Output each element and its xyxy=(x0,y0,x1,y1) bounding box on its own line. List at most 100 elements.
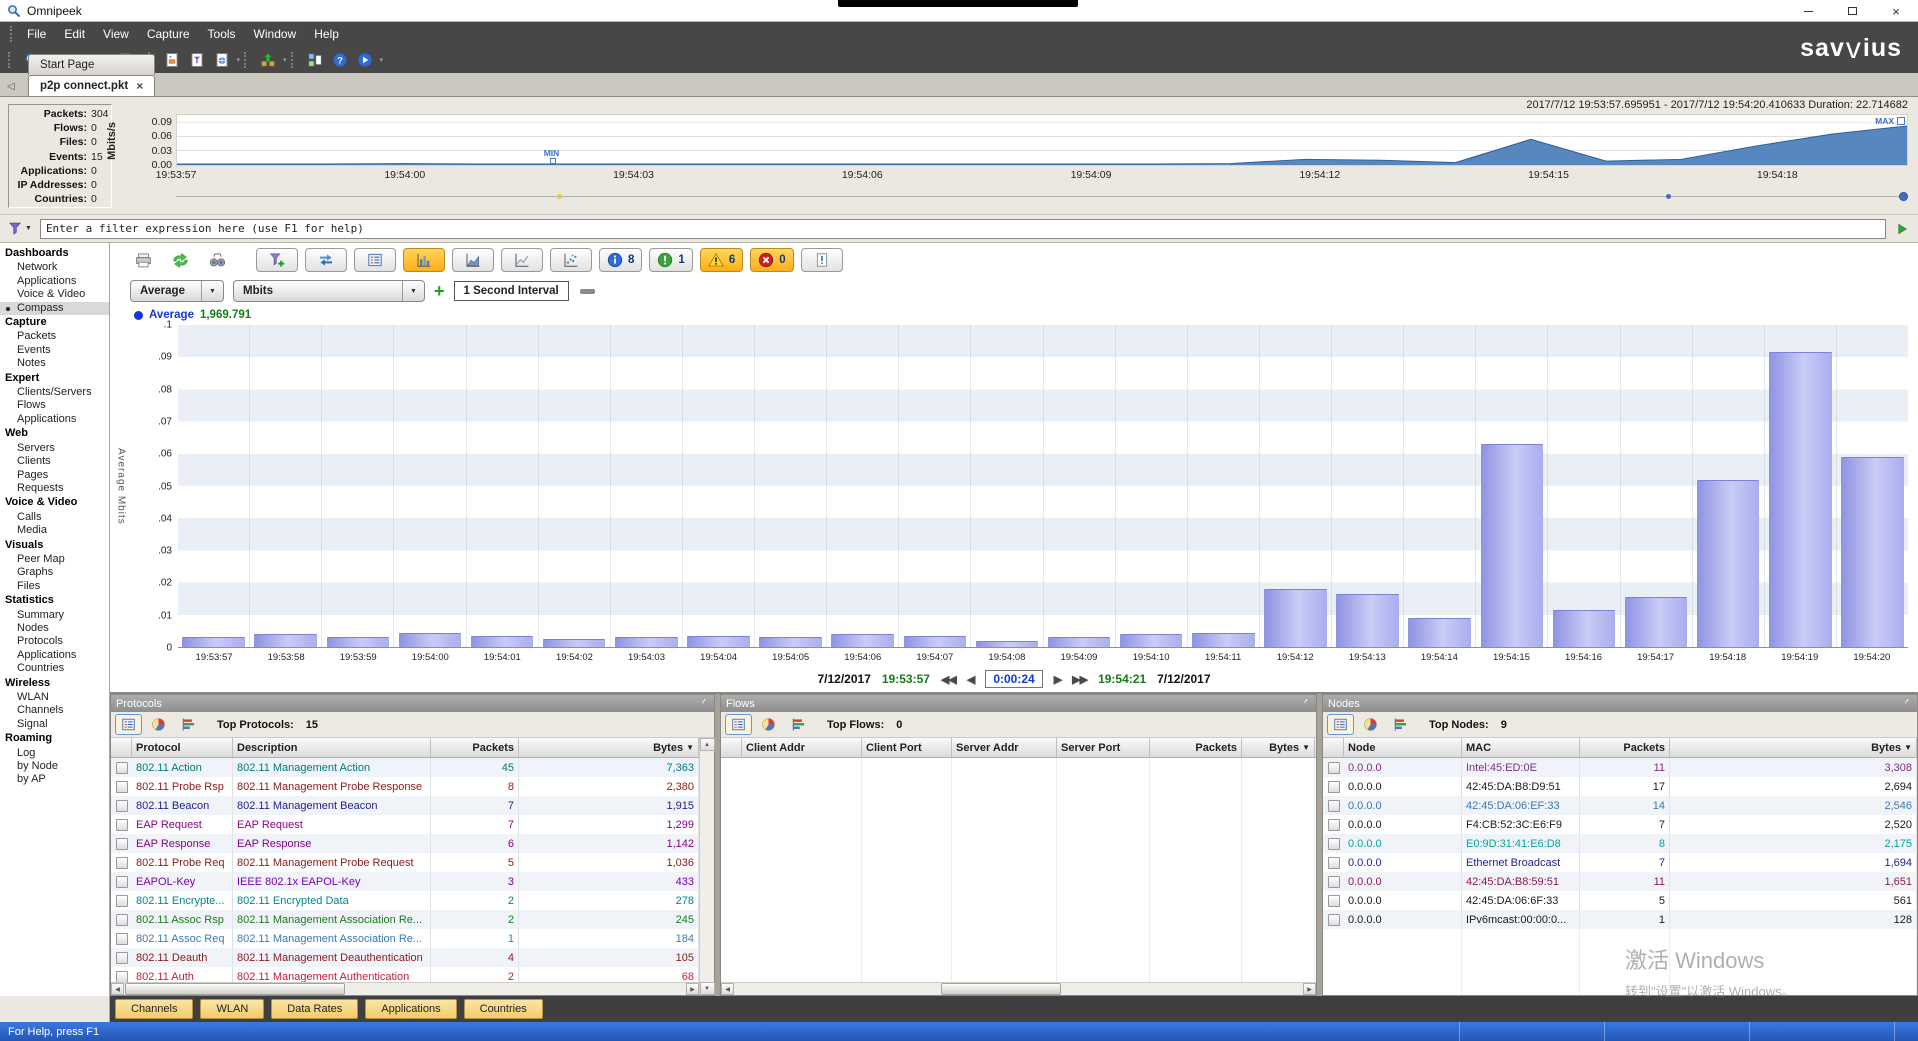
pie-chart-button[interactable] xyxy=(145,714,172,735)
doc-image-button[interactable] xyxy=(160,49,184,71)
chart-bar[interactable] xyxy=(1841,457,1904,647)
chart-bar[interactable] xyxy=(759,637,822,647)
sidebar-item-flows[interactable]: Flows xyxy=(0,399,109,412)
sidebar-item-summary[interactable]: Summary xyxy=(0,609,109,622)
menu-item-window[interactable]: Window xyxy=(245,22,306,46)
row-checkbox[interactable] xyxy=(111,910,132,929)
scroll-left-icon[interactable]: ◀ xyxy=(721,983,734,995)
step-backward-icon[interactable]: ◀ xyxy=(967,673,974,686)
refresh-button[interactable] xyxy=(165,247,195,273)
remove-interval-handle[interactable] xyxy=(580,289,595,294)
sidebar-item-media[interactable]: Media xyxy=(0,524,109,537)
sidebar-item-requests[interactable]: Requests xyxy=(0,482,109,495)
statistic-select[interactable]: Average ▼ xyxy=(130,280,224,302)
interval-box[interactable]: 1 Second Interval xyxy=(454,281,569,301)
row-checkbox[interactable] xyxy=(1323,777,1344,796)
sidebar-item-wlan[interactable]: WLAN xyxy=(0,691,109,704)
sidebar-item-countries[interactable]: Countries xyxy=(0,662,109,675)
chart-bar[interactable] xyxy=(1192,633,1255,647)
funnel-plus-button[interactable] xyxy=(256,248,298,272)
fast-backward-icon[interactable]: ◀◀ xyxy=(941,673,956,686)
time-window-box[interactable]: 0:00:24 xyxy=(985,670,1042,688)
chart-bar[interactable] xyxy=(687,636,750,647)
close-button[interactable]: × xyxy=(1874,0,1918,22)
table-row[interactable]: 0.0.0.042:45:DA:06:EF:33142,546 xyxy=(1323,796,1917,815)
error-circle-button[interactable]: 0 xyxy=(750,248,793,272)
sidebar-item-applications[interactable]: Applications xyxy=(0,413,109,426)
row-checkbox[interactable] xyxy=(111,777,132,796)
table-row[interactable]: 802.11 Deauth802.11 Management Deauthent… xyxy=(111,948,699,967)
column-header-packets[interactable]: Packets xyxy=(431,738,519,757)
pie-chart-button[interactable] xyxy=(1357,714,1384,735)
menu-item-help[interactable]: Help xyxy=(305,22,348,46)
minimize-button[interactable] xyxy=(1786,0,1830,22)
chart-bar[interactable] xyxy=(1625,597,1688,647)
sidebar-item-log[interactable]: Log xyxy=(0,747,109,760)
row-checkbox[interactable] xyxy=(1323,872,1344,891)
notice-circle-button[interactable]: 1 xyxy=(649,248,692,272)
scroll-up-icon[interactable]: ▲ xyxy=(700,738,715,751)
sidebar-item-compass[interactable]: Compass xyxy=(0,302,109,315)
chart-bar[interactable] xyxy=(1336,594,1399,647)
sidebar-item-files[interactable]: Files xyxy=(0,580,109,593)
sidebar-item-servers[interactable]: Servers xyxy=(0,442,109,455)
binoculars-button[interactable] xyxy=(202,247,232,273)
tab-start-page[interactable]: Start Page xyxy=(28,54,155,75)
exclaim-page-button[interactable] xyxy=(801,248,843,272)
table-row[interactable]: 0.0.0.0IPv6mcast:00:00:0...1128 xyxy=(1323,910,1917,929)
pin-icon[interactable] xyxy=(1298,696,1311,712)
column-header-packets[interactable]: Packets xyxy=(1150,738,1242,757)
table-row[interactable]: 0.0.0.042:45:DA:B8:59:51111,651 xyxy=(1323,872,1917,891)
table-row[interactable]: 0.0.0.0Intel:45:ED:0E113,308 xyxy=(1323,758,1917,777)
column-header-server-addr[interactable]: Server Addr xyxy=(952,738,1057,757)
sidebar-item-by-node[interactable]: by Node xyxy=(0,760,109,773)
hbar-chart-button[interactable] xyxy=(175,714,202,735)
details-list-button[interactable] xyxy=(354,248,396,272)
shortcut-button-applications[interactable]: Applications xyxy=(365,999,456,1019)
chart-area-button[interactable] xyxy=(452,248,494,272)
max-marker[interactable] xyxy=(1897,117,1905,125)
column-header-bytes[interactable]: Bytes▼ xyxy=(1242,738,1315,757)
chart-bar[interactable] xyxy=(904,636,967,647)
row-checkbox[interactable] xyxy=(111,796,132,815)
row-checkbox[interactable] xyxy=(111,891,132,910)
tab-p2p-connect-pkt[interactable]: p2p connect.pkt× xyxy=(28,75,155,96)
warning-triangle-button[interactable]: 6 xyxy=(700,248,743,272)
row-checkbox[interactable] xyxy=(1323,853,1344,872)
pie-chart-button[interactable] xyxy=(755,714,782,735)
toolbar-overflow-icon[interactable]: ▾ xyxy=(237,56,241,64)
package-up-button[interactable] xyxy=(256,49,280,71)
column-header-node[interactable]: Node xyxy=(1344,738,1462,757)
chart-bar[interactable] xyxy=(1408,618,1471,647)
row-checkbox[interactable] xyxy=(111,815,132,834)
fast-forward-icon[interactable]: ▶▶ xyxy=(1072,673,1087,686)
column-header-client-addr[interactable]: Client Addr xyxy=(742,738,862,757)
filter-expression-input[interactable] xyxy=(40,219,1886,239)
chart-bar[interactable] xyxy=(471,636,534,647)
scrollbar-thumb[interactable] xyxy=(125,983,345,995)
menu-item-capture[interactable]: Capture xyxy=(138,22,199,46)
chart-bar[interactable] xyxy=(1120,634,1183,647)
column-header-client-port[interactable]: Client Port xyxy=(862,738,952,757)
slider-marker-blue[interactable] xyxy=(1666,194,1671,199)
options-button[interactable] xyxy=(303,49,327,71)
chart-line-button[interactable] xyxy=(501,248,543,272)
scrollbar-thumb[interactable] xyxy=(941,983,1061,995)
sidebar-item-protocols[interactable]: Protocols xyxy=(0,635,109,648)
sidebar-item-calls[interactable]: Calls xyxy=(0,511,109,524)
row-checkbox[interactable] xyxy=(111,948,132,967)
table-row[interactable]: 802.11 Assoc Req802.11 Management Associ… xyxy=(111,929,699,948)
apply-filter-button[interactable] xyxy=(1891,218,1913,240)
chart-scatter-button[interactable] xyxy=(550,248,592,272)
scroll-left-icon[interactable]: ◀ xyxy=(111,983,124,995)
sidebar-item-voice-video[interactable]: Voice & Video xyxy=(0,288,109,301)
chart-bar[interactable] xyxy=(1048,637,1111,647)
menu-item-file[interactable]: File xyxy=(18,22,55,46)
chart-bar-button[interactable] xyxy=(403,248,445,272)
table-row[interactable]: EAP ResponseEAP Response61,142 xyxy=(111,834,699,853)
info-circle-button[interactable]: 8 xyxy=(599,248,642,272)
chart-bar[interactable] xyxy=(831,634,894,647)
horizontal-scrollbar[interactable]: ◀▶ xyxy=(721,982,1316,995)
vertical-scrollbar[interactable]: ▲▼ xyxy=(699,738,714,995)
units-select[interactable]: Mbits ▼ xyxy=(233,280,425,302)
